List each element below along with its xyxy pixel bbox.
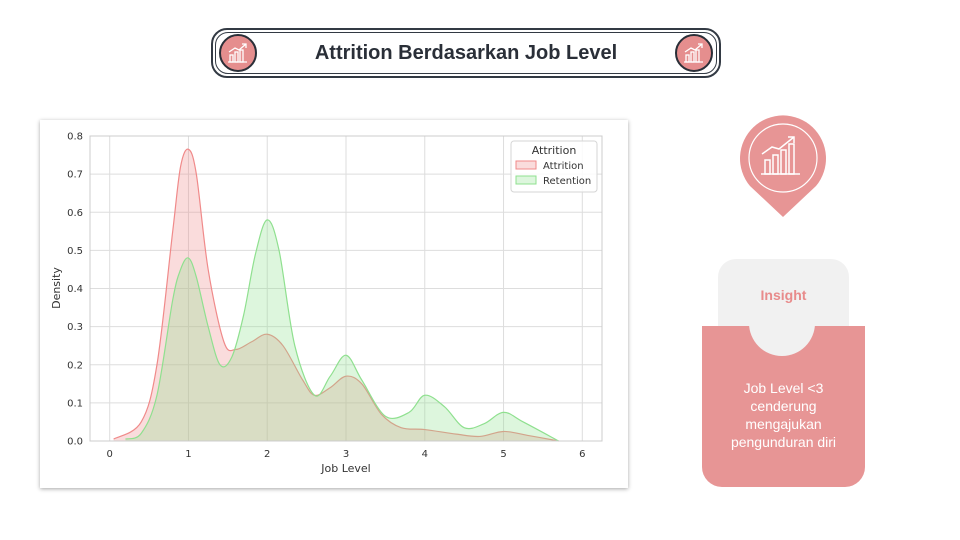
insight-label: Insight: [760, 287, 807, 303]
legend-entry-attrition: Attrition: [543, 161, 584, 172]
x-tick-label: 1: [185, 449, 191, 460]
legend-swatch-attrition: [515, 160, 537, 170]
insight-text: Job Level <3 cenderung mengajukan pengun…: [730, 380, 837, 450]
y-tick-label: 0.8: [67, 132, 83, 143]
legend-entry-retention: Retention: [543, 176, 591, 187]
legend: Attrition Attrition Retention: [510, 140, 598, 193]
y-tick-label: 0.1: [67, 398, 83, 409]
density-chart: 0 1 2 3 4 5 6 0.0 0.1 0.2 0.3 0.4 0.5 0.6 0.7 0.8 Job L…: [50, 132, 603, 475]
chart-growth-icon: [738, 114, 828, 223]
x-axis-label: Job Level: [320, 462, 371, 475]
x-tick-label: 3: [343, 449, 349, 460]
legend-swatch-retention: [515, 175, 537, 185]
y-tick-label: 0.5: [67, 246, 83, 257]
x-tick-label: 2: [264, 449, 270, 460]
chart-card: 0 1 2 3 4 5 6 0.0 0.1 0.2 0.3 0.4 0.5 0.6 0.7 0.8 Job L…: [40, 120, 628, 488]
page-title: Attrition Berdasarkan Job Level: [314, 42, 618, 64]
chart-growth-icon: [675, 34, 713, 72]
title-banner: Attrition Berdasarkan Job Level: [211, 28, 721, 78]
y-tick-label: 0.7: [67, 170, 83, 181]
x-tick-label: 4: [422, 449, 428, 460]
insight-notch: [749, 326, 815, 356]
y-tick-label: 0.4: [67, 284, 83, 295]
y-tick-label: 0.3: [67, 322, 83, 333]
x-tick-label: 0: [107, 449, 113, 460]
y-axis-label: Density: [50, 267, 63, 309]
legend-title: Attrition: [532, 144, 577, 157]
insight-card: Job Level <3 cenderung mengajukan pengun…: [702, 326, 865, 487]
y-tick-label: 0.0: [67, 437, 83, 448]
x-tick-label: 5: [500, 449, 506, 460]
y-tick-label: 0.2: [67, 360, 83, 371]
x-tick-label: 6: [579, 449, 585, 460]
y-tick-label: 0.6: [67, 208, 83, 219]
